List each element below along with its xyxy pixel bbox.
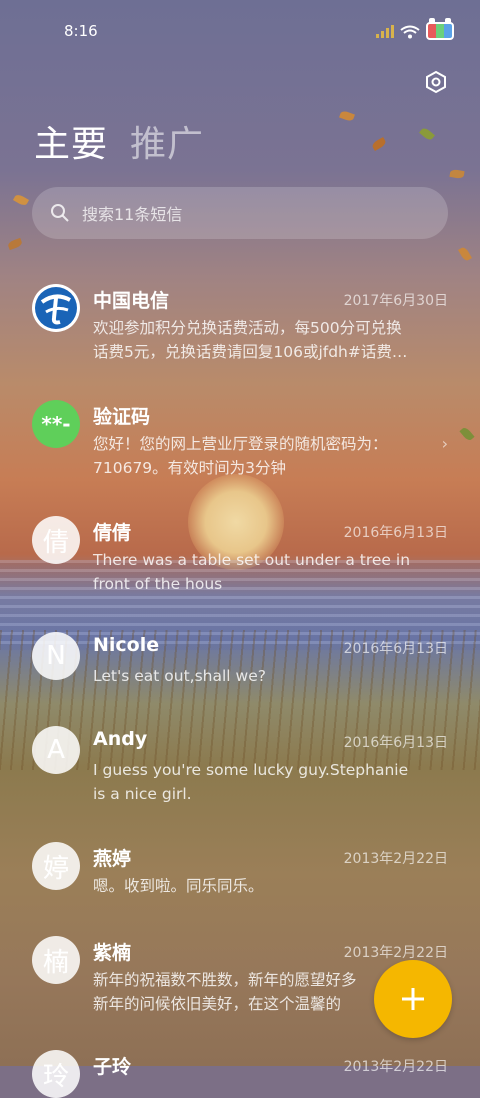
telecom-logo-icon xyxy=(35,287,77,329)
contact-name: 紫楠 xyxy=(93,942,132,964)
signal-icon xyxy=(376,24,394,38)
contact-name: 中国电信 xyxy=(93,290,170,312)
contact-name: 验证码 xyxy=(93,406,151,428)
contact-name: 倩倩 xyxy=(93,522,132,544)
status-icons xyxy=(376,18,454,42)
avatar: 婷 xyxy=(32,842,80,890)
message-date: 2016年6月13日 xyxy=(343,525,448,541)
avatar: 玲 xyxy=(32,1050,80,1098)
plus-icon xyxy=(402,988,424,1010)
wallpaper-leaf xyxy=(449,168,465,180)
avatar: 楠 xyxy=(32,936,80,984)
message-date: 2016年6月13日 xyxy=(343,641,448,657)
status-bar: 8:16 xyxy=(0,0,480,62)
message-date: 2013年2月22日 xyxy=(343,851,448,867)
message-date: 2013年2月22日 xyxy=(343,1059,448,1075)
avatar: 倩 xyxy=(32,516,80,564)
wallpaper-leaf xyxy=(370,137,388,151)
message-preview: There was a table set out under a tree i… xyxy=(93,551,411,593)
search-icon xyxy=(50,203,70,223)
avatar xyxy=(32,284,80,332)
message-date: 2017年6月30日 xyxy=(343,293,448,309)
message-preview: 您好！您的网上营业厅登录的随机密码为： 710679。有效时间为3分钟 xyxy=(93,435,388,477)
contact-name: Nicole xyxy=(93,634,160,656)
contact-name: Andy xyxy=(93,728,148,750)
avatar: A xyxy=(32,726,80,774)
message-date: 2013年2月22日 xyxy=(343,945,448,961)
avatar: N xyxy=(32,632,80,680)
message-preview: Let's eat out,shall we? xyxy=(93,667,266,685)
contact-name: 燕婷 xyxy=(93,848,132,870)
search-input[interactable]: 搜索11条短信 xyxy=(82,201,182,225)
wallpaper-leaf xyxy=(339,109,355,123)
message-preview: 嗯。收到啦。同乐同乐。 xyxy=(93,877,264,895)
search-bar[interactable]: 搜索11条短信 xyxy=(32,187,448,239)
wallpaper-leaf xyxy=(459,426,475,442)
message-date: 2016年6月13日 xyxy=(343,735,448,751)
wallpaper-leaf xyxy=(419,126,435,142)
tab-bar: 主要 推广 xyxy=(34,120,204,170)
avatar: **- xyxy=(32,400,80,448)
wifi-icon xyxy=(400,24,420,39)
status-time: 8:16 xyxy=(64,22,98,40)
tab-promotions[interactable]: 推广 xyxy=(130,120,204,170)
wallpaper-leaf xyxy=(12,193,30,207)
wallpaper-leaf xyxy=(458,245,472,263)
message-preview: I guess you're some lucky guy.Stephanie i… xyxy=(93,761,409,803)
wallpaper-leaf xyxy=(7,237,23,251)
new-message-button[interactable] xyxy=(374,960,452,1038)
settings-button[interactable] xyxy=(420,66,452,98)
message-preview: 欢迎参加积分兑换话费活动，每500分可兑换 话费5元，兑换话费请回复106或jfd… xyxy=(93,319,408,361)
tab-primary[interactable]: 主要 xyxy=(34,120,108,170)
battery-icon xyxy=(426,18,454,40)
settings-icon xyxy=(426,70,446,94)
